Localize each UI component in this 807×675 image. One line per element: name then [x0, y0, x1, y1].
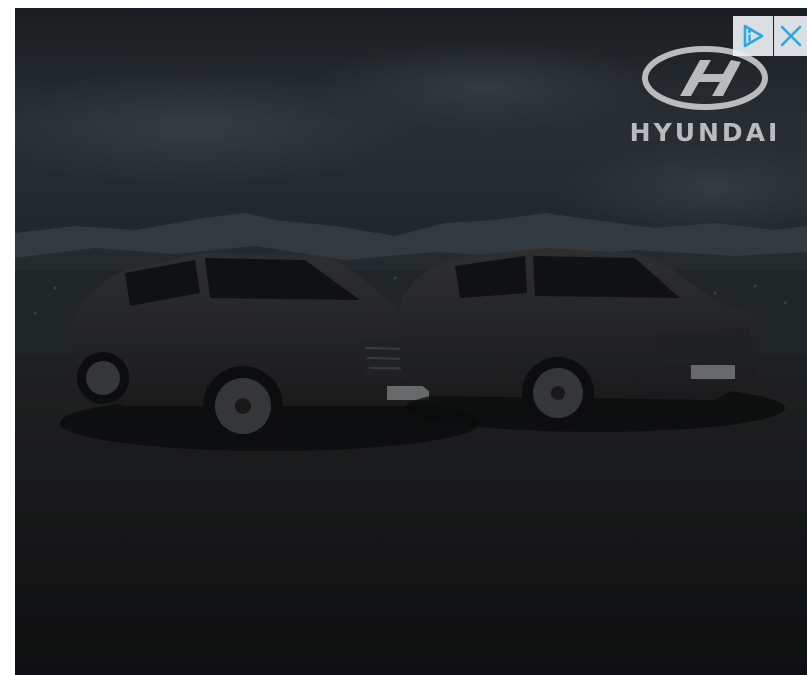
close-ad-button[interactable] — [774, 16, 807, 56]
ad-banner[interactable]: HYUNDAI — [15, 8, 807, 675]
hyundai-emblem-icon — [642, 46, 768, 110]
hyundai-logo: HYUNDAI — [625, 46, 785, 150]
adchoices-button[interactable] — [733, 16, 773, 56]
adchoices-icon — [743, 24, 764, 48]
brand-wordmark: HYUNDAI — [629, 118, 781, 147]
close-icon — [780, 25, 801, 47]
